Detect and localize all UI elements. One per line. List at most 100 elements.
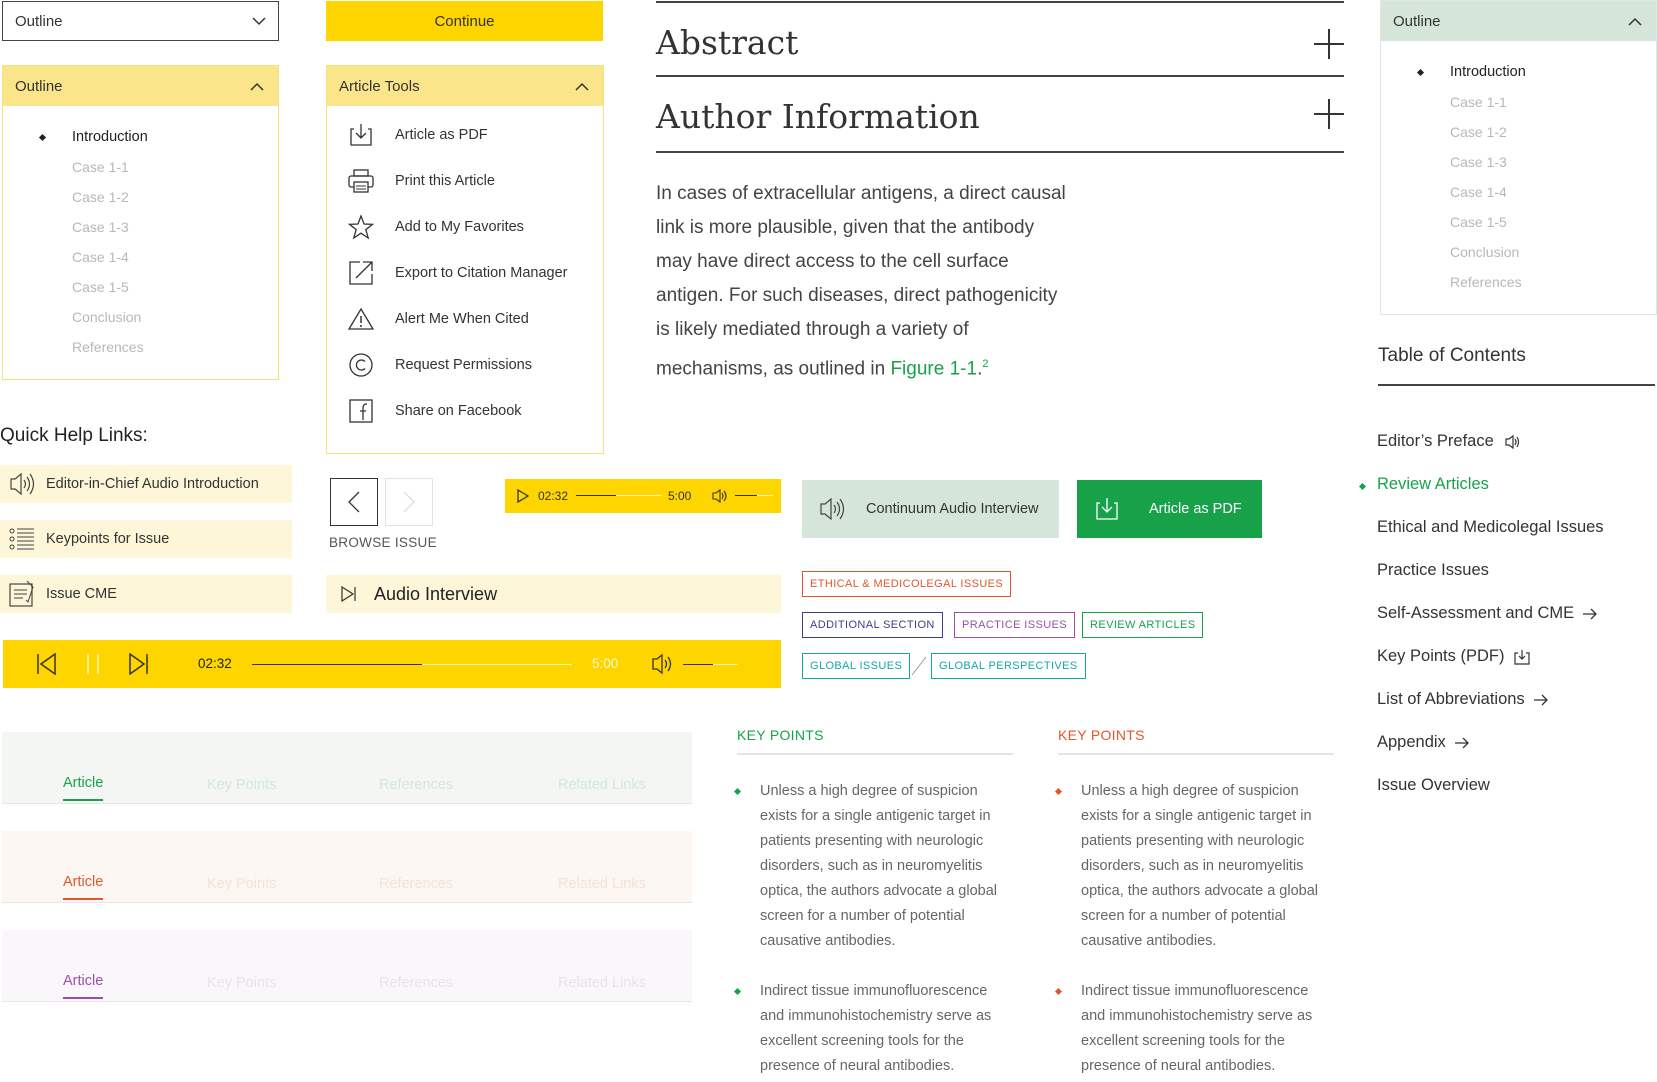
toc-item-key-points-pdf[interactable]: Key Points (PDF) bbox=[1377, 647, 1531, 666]
key-point-line: presence of neural antibodies. bbox=[1081, 1058, 1276, 1074]
outline-panel-header[interactable]: Outline bbox=[3, 66, 278, 106]
play-icon[interactable] bbox=[517, 489, 529, 503]
author-information-accordion[interactable]: Author Information bbox=[656, 77, 1344, 153]
toc-item-abbreviations[interactable]: List of Abbreviations bbox=[1377, 690, 1549, 709]
tab-key-points[interactable]: Key Points bbox=[207, 777, 276, 793]
browse-prev-button[interactable] bbox=[330, 478, 378, 526]
outline-panel-header[interactable]: Outline bbox=[1381, 1, 1656, 41]
quick-help-audio-intro[interactable]: Editor-in-Chief Audio Introduction bbox=[0, 465, 292, 503]
tool-label: Share on Facebook bbox=[395, 403, 522, 419]
tab-references[interactable]: References bbox=[379, 876, 453, 892]
outline-item-case-1-1[interactable]: Case 1-1 bbox=[1381, 87, 1656, 117]
quick-help-label: Issue CME bbox=[46, 586, 117, 602]
outline-item-case-1-3[interactable]: Case 1-3 bbox=[3, 212, 278, 242]
tag-additional-section[interactable]: ADDITIONAL SECTION bbox=[802, 612, 943, 638]
article-pdf-button[interactable]: Article as PDF bbox=[1077, 480, 1262, 538]
outline-item-case-1-2[interactable]: Case 1-2 bbox=[3, 182, 278, 212]
footnote-link[interactable]: 2 bbox=[982, 358, 988, 370]
paragraph-line: antigen. For such diseases, direct patho… bbox=[656, 285, 1058, 306]
tab-key-points[interactable]: Key Points bbox=[207, 975, 276, 991]
key-point-line: screen for a number of potential bbox=[1081, 908, 1286, 924]
tab-article[interactable]: Article bbox=[63, 874, 104, 900]
tab-related-links[interactable]: Related Links bbox=[558, 975, 646, 991]
tab-references[interactable]: References bbox=[379, 777, 453, 793]
abstract-accordion[interactable]: Abstract bbox=[656, 1, 1344, 77]
download-icon bbox=[347, 121, 375, 149]
paragraph-text: mechanisms, as outlined in bbox=[656, 358, 891, 380]
outline-item-introduction[interactable]: Introduction bbox=[3, 122, 278, 152]
continuum-audio-button[interactable]: Continuum Audio Interview bbox=[802, 480, 1059, 538]
outline-item-case-1-4[interactable]: Case 1-4 bbox=[3, 242, 278, 272]
key-points-heading-green: KEY POINTS bbox=[737, 727, 824, 743]
quick-help-keypoints[interactable]: Keypoints for Issue bbox=[0, 520, 292, 558]
mini-volume-slider[interactable] bbox=[735, 495, 773, 496]
tool-permissions[interactable]: Request Permissions bbox=[327, 342, 603, 388]
toc-label: Review Articles bbox=[1377, 475, 1489, 493]
tab-key-points[interactable]: Key Points bbox=[207, 876, 276, 892]
toc-item-editors-preface[interactable]: Editor’s Preface bbox=[1377, 432, 1520, 451]
tag-global-issues[interactable]: GLOBAL ISSUES bbox=[802, 653, 911, 679]
tag-review-articles[interactable]: REVIEW ARTICLES bbox=[1082, 612, 1204, 638]
chevron-up-icon bbox=[575, 82, 589, 91]
quick-help-issue-cme[interactable]: Issue CME bbox=[0, 575, 292, 613]
expand-plus-icon[interactable] bbox=[1314, 29, 1344, 59]
big-player-current-time: 02:32 bbox=[198, 656, 232, 671]
outline-panel-title: Outline bbox=[1393, 12, 1441, 30]
tool-article-pdf[interactable]: Article as PDF bbox=[327, 112, 603, 158]
outline-item-references[interactable]: References bbox=[3, 332, 278, 362]
tool-export-citation[interactable]: Export to Citation Manager bbox=[327, 250, 603, 296]
continue-button[interactable]: Continue bbox=[326, 1, 603, 41]
tag-ethical-medicolegal[interactable]: ETHICAL & MEDICOLEGAL ISSUES bbox=[802, 571, 1012, 597]
export-icon bbox=[347, 259, 375, 287]
tab-article[interactable]: Article bbox=[63, 973, 104, 999]
article-tools-header[interactable]: Article Tools bbox=[327, 66, 603, 106]
tab-article[interactable]: Article bbox=[63, 775, 104, 801]
tab-references[interactable]: References bbox=[379, 975, 453, 991]
browse-next-button[interactable] bbox=[385, 478, 433, 526]
outline-item-case-1-4[interactable]: Case 1-4 bbox=[1381, 177, 1656, 207]
outline-item-conclusion[interactable]: Conclusion bbox=[1381, 237, 1656, 267]
toc-item-appendix[interactable]: Appendix bbox=[1377, 733, 1470, 752]
outline-item-case-1-1[interactable]: Case 1-1 bbox=[3, 152, 278, 182]
skip-back-icon[interactable] bbox=[36, 653, 56, 675]
outline-item-case-1-5[interactable]: Case 1-5 bbox=[3, 272, 278, 302]
outline-item-case-1-5[interactable]: Case 1-5 bbox=[1381, 207, 1656, 237]
key-point-item: Unless a high degree of suspicion exists… bbox=[760, 779, 1020, 954]
toc-item-issue-overview[interactable]: Issue Overview bbox=[1377, 776, 1490, 795]
volume-icon[interactable] bbox=[651, 652, 677, 676]
chevron-down-icon bbox=[252, 16, 266, 25]
skip-forward-icon[interactable] bbox=[129, 653, 149, 675]
toc-item-self-assessment[interactable]: Self-Assessment and CME bbox=[1377, 604, 1598, 623]
tab-related-links[interactable]: Related Links bbox=[558, 777, 646, 793]
tag-practice-issues[interactable]: PRACTICE ISSUES bbox=[954, 612, 1076, 638]
outline-item-conclusion[interactable]: Conclusion bbox=[3, 302, 278, 332]
quick-help-label: Editor-in-Chief Audio Introduction bbox=[46, 476, 259, 492]
tab-related-links[interactable]: Related Links bbox=[558, 876, 646, 892]
tool-alert-cited[interactable]: Alert Me When Cited bbox=[327, 296, 603, 342]
figure-link[interactable]: Figure 1-1 bbox=[890, 358, 977, 379]
outline-item-references[interactable]: References bbox=[1381, 267, 1656, 297]
tag-global-perspectives[interactable]: GLOBAL PERSPECTIVES bbox=[931, 653, 1086, 679]
arrow-right-icon bbox=[1533, 694, 1548, 705]
pause-icon[interactable] bbox=[84, 653, 102, 675]
chevron-right-icon bbox=[403, 491, 415, 513]
volume-icon[interactable] bbox=[712, 488, 730, 504]
tool-print[interactable]: Print this Article bbox=[327, 158, 603, 204]
tool-share-facebook[interactable]: Share on Facebook bbox=[327, 388, 603, 434]
tool-favorites[interactable]: Add to My Favorites bbox=[327, 204, 603, 250]
outline-item-case-1-3[interactable]: Case 1-3 bbox=[1381, 147, 1656, 177]
bullet-diamond bbox=[733, 987, 742, 996]
toc-title-rule bbox=[1378, 384, 1655, 386]
tool-label: Request Permissions bbox=[395, 357, 532, 373]
expand-plus-icon[interactable] bbox=[1314, 99, 1344, 129]
toc-item-practice-issues[interactable]: Practice Issues bbox=[1377, 561, 1489, 580]
outline-item-introduction[interactable]: Introduction bbox=[1381, 57, 1656, 87]
key-point-line: optica, the authors advocate a global bbox=[760, 883, 997, 899]
audio-interview-bar[interactable]: Audio Interview bbox=[326, 575, 781, 613]
toc-item-ethical-medicolegal[interactable]: Ethical and Medicolegal Issues bbox=[1377, 518, 1604, 537]
outline-dropdown[interactable]: Outline bbox=[2, 1, 279, 41]
article-tools-panel: Article Tools Article as PDF Print this … bbox=[326, 65, 604, 454]
outline-item-case-1-2[interactable]: Case 1-2 bbox=[1381, 117, 1656, 147]
toc-item-review-articles[interactable]: Review Articles bbox=[1377, 475, 1489, 494]
big-volume-slider[interactable] bbox=[683, 664, 738, 665]
